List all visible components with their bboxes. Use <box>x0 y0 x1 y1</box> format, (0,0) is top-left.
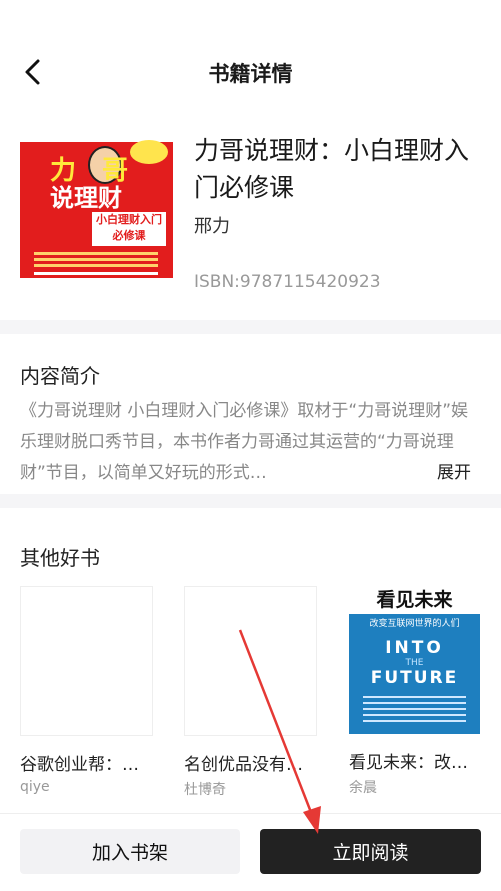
rec-book-author: qiye <box>20 779 50 795</box>
section-divider <box>0 320 501 334</box>
intro-text: 《力哥说理财 小白理财入门必修课》取材于“力哥说理财”娱乐理财脱口秀节目，本书作… <box>20 401 469 483</box>
rec-book-card[interactable]: 谷歌创业帮：… qiye <box>20 586 153 795</box>
cover-text-lines <box>34 252 158 255</box>
rec-book-author: 余晨 <box>349 780 377 796</box>
rec-book-title: 谷歌创业帮：… <box>20 755 139 775</box>
page-title: 书籍详情 <box>208 62 293 86</box>
cover-title-line2: 说理财 <box>50 184 122 212</box>
cover-text-lines <box>363 696 466 698</box>
rec-book-cover[interactable] <box>20 586 153 736</box>
book-cover[interactable]: 力 哥 说理财 小白理财入门必修课 <box>20 128 173 303</box>
cover-word-into: INTO <box>385 638 444 658</box>
bottom-action-bar: 加入书架 立即阅读 <box>0 813 501 891</box>
cover-word-the: THE <box>405 658 424 668</box>
cover-title: 看见未来 <box>349 586 480 614</box>
rec-book-card[interactable]: 看见未来 改变互联网世界的人们 INTO THE FUTURE 看见未来：改… … <box>349 586 482 797</box>
cover-subtitle: 改变互联网世界的人们 <box>369 619 460 629</box>
book-title: 力哥说理财：小白理财入门必修课 <box>194 136 470 202</box>
rec-book-title: 名创优品没有… <box>184 755 303 775</box>
book-info: 力 哥 说理财 小白理财入门必修课 力哥说理财：小白理财入门必修课 邢力 ISB… <box>0 106 501 320</box>
section-divider <box>0 494 501 508</box>
rec-book-author: 杜博奇 <box>184 782 226 798</box>
recommendations-section: 其他好书 谷歌创业帮：… qiye 名创优品没有… 杜博奇 看见未来 改变互联网… <box>0 520 501 810</box>
read-now-button[interactable]: 立即阅读 <box>260 829 481 874</box>
cover-subtitle: 小白理财入门必修课 <box>92 212 166 246</box>
add-to-shelf-button[interactable]: 加入书架 <box>20 829 240 874</box>
intro-section: 内容简介 《力哥说理财 小白理财入门必修课》取材于“力哥说理财”娱乐理财脱口秀节… <box>0 334 501 494</box>
rec-book-cover[interactable] <box>184 586 317 736</box>
rec-book-card[interactable]: 名创优品没有… 杜博奇 <box>184 586 317 799</box>
expand-link[interactable]: 展开 <box>435 458 471 489</box>
cover-bottom-band <box>20 278 173 303</box>
intro-title: 内容简介 <box>20 364 100 388</box>
cover-word-future: FUTURE <box>370 668 459 688</box>
rec-book-cover[interactable]: 看见未来 改变互联网世界的人们 INTO THE FUTURE <box>349 586 480 734</box>
cover-badge <box>130 140 168 164</box>
recommendations-title: 其他好书 <box>20 546 100 570</box>
book-isbn: ISBN:9787115420923 <box>194 272 381 292</box>
rec-book-title: 看见未来：改… <box>349 753 468 773</box>
book-author: 邢力 <box>194 216 230 237</box>
header: 书籍详情 <box>0 40 501 106</box>
